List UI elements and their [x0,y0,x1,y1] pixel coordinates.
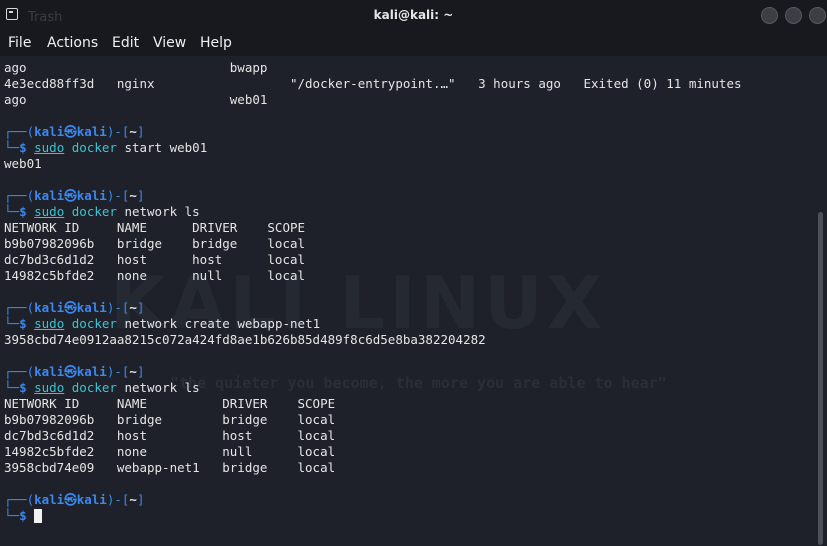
text-cursor [34,509,43,523]
maximize-button[interactable] [785,7,802,24]
command-line: └─$ sudo docker network ls [4,380,200,395]
title-bar: Trash kali@kali: ~ [0,0,827,32]
minimize-button[interactable] [761,7,778,24]
prompt-line: ┌──(kali㉿kali)-[~] [4,188,145,203]
command-line: └─$ sudo docker network create webapp-ne… [4,316,321,331]
active-command-line[interactable]: └─$ [4,508,43,524]
prompt-line: ┌──(kali㉿kali)-[~] [4,492,145,507]
menu-bar: File Actions Edit View Help [0,32,827,56]
menu-actions[interactable]: Actions [47,35,98,51]
prompt-line: ┌──(kali㉿kali)-[~] [4,300,145,315]
command-line: └─$ sudo docker network ls [4,204,200,219]
table-row: 3958cbd74e09 webapp-net1 bridge local [4,460,336,475]
table-row: dc7bd3c6d1d2 host host local [4,428,336,443]
table-row: 14982c5bfde2 none null local [4,268,306,283]
output-line: web01 [4,156,42,171]
terminal-output[interactable]: KALI LINUX "the quieter you become, the … [0,56,827,546]
menu-file[interactable]: File [8,35,31,51]
output-line: ago bwapp [4,60,268,75]
table-row: dc7bd3c6d1d2 host host local [4,252,306,267]
table-row: b9b07982096b bridge bridge local [4,236,306,251]
prompt-line: ┌──(kali㉿kali)-[~] [4,124,145,139]
menu-help[interactable]: Help [200,35,232,51]
table-header: NETWORK ID NAME DRIVER SCOPE [4,220,306,235]
kali-quote-watermark: "the quieter you become, the more you ar… [170,374,667,392]
menu-view[interactable]: View [153,35,186,51]
output-line: 3958cbd74e0912aa8215c072a424fd8ae1b626b8… [4,332,486,347]
output-line: 4e3ecd88ff3d nginx "/docker-entrypoint.…… [4,76,742,91]
terminal-scrollbar[interactable] [818,212,823,545]
table-row: b9b07982096b bridge bridge local [4,412,336,427]
output-line: ago web01 [4,92,268,107]
prompt-line: ┌──(kali㉿kali)-[~] [4,364,145,379]
window-title: kali@kali: ~ [373,8,454,22]
command-line: └─$ sudo docker start web01 [4,140,208,155]
menu-edit[interactable]: Edit [112,35,139,51]
close-button[interactable] [809,7,826,24]
table-row: 14982c5bfde2 none null local [4,444,336,459]
table-header: NETWORK ID NAME DRIVER SCOPE [4,396,336,411]
